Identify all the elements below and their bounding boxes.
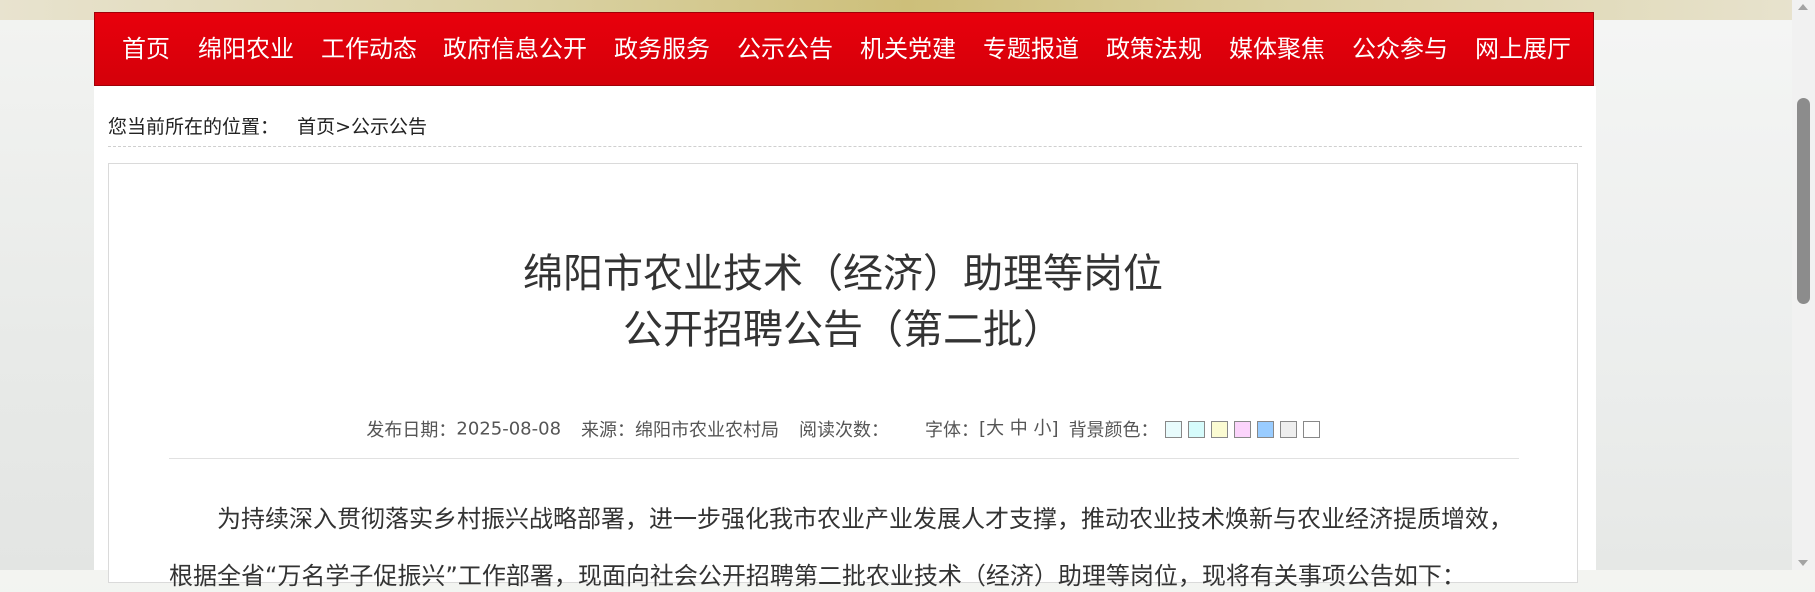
page-background-left — [0, 20, 94, 570]
nav-item-gov-services[interactable]: 政务服务 — [614, 35, 710, 63]
scroll-up-arrow-icon[interactable] — [1798, 4, 1808, 10]
nav-item-gov-info-disclosure[interactable]: 政府信息公开 — [443, 35, 587, 63]
nav-item-announcements[interactable]: 公示公告 — [737, 35, 833, 63]
background-color-swatch-1[interactable] — [1164, 421, 1182, 438]
article-paragraph-2: 根据全省“万名学子促振兴”工作部署，现面向社会公开招聘第二批农业技术（经济）助理… — [169, 562, 1466, 590]
article-title-line-2: 公开招聘公告（第二批） — [623, 307, 1063, 353]
publish-date-value: 2025-08-08 — [456, 418, 562, 440]
background-color-swatch-4[interactable] — [1233, 421, 1251, 438]
view-count-label: 阅读次数： — [799, 420, 890, 441]
nav-item-public-participation[interactable]: 公众参与 — [1352, 35, 1448, 63]
breadcrumb-separator: > — [335, 116, 351, 138]
nav-item-media-focus[interactable]: 媒体聚焦 — [1229, 35, 1325, 63]
nav-item-policies-regulations[interactable]: 政策法规 — [1106, 35, 1202, 63]
background-color-swatch-3[interactable] — [1210, 421, 1228, 438]
publish-date-label: 发布日期： — [366, 420, 457, 441]
breadcrumb-divider — [108, 146, 1582, 147]
background-color-swatches — [1159, 419, 1320, 440]
font-size-small-button[interactable]: 小 — [1034, 418, 1052, 439]
nav-item-home[interactable]: 首页 — [122, 35, 170, 63]
nav-item-party-building[interactable]: 机关党建 — [860, 35, 956, 63]
article-meta: 发布日期：2025-08-08 来源：绵阳市农业农村局 阅读次数： 字体：[大 中 小… — [109, 414, 1577, 442]
font-size-bracket-open: [ — [979, 418, 987, 440]
content-area: 您当前所在的位置： 首页>公示公告 绵阳市农业技术（经济）助理等岗位 公开招聘公… — [94, 86, 1596, 590]
breadcrumb-current-link[interactable]: 公示公告 — [351, 116, 427, 138]
article-title-line-1: 绵阳市农业技术（经济）助理等岗位 — [523, 251, 1163, 297]
font-size-label: 字体： — [925, 420, 980, 441]
breadcrumb-prefix: 您当前所在的位置： — [108, 116, 280, 138]
background-color-swatch-5[interactable] — [1256, 421, 1274, 438]
breadcrumb: 您当前所在的位置： 首页>公示公告 — [108, 112, 427, 139]
source-value: 绵阳市农业农村局 — [635, 420, 780, 441]
background-color-label: 背景颜色： — [1068, 420, 1159, 441]
page-background-right — [1596, 20, 1792, 570]
nav-item-special-reports[interactable]: 专题报道 — [983, 35, 1079, 63]
nav-item-mianyang-agriculture[interactable]: 绵阳农业 — [198, 35, 294, 63]
nav-item-online-exhibition[interactable]: 网上展厅 — [1475, 35, 1571, 63]
breadcrumb-home-link[interactable]: 首页 — [297, 116, 335, 138]
meta-divider — [169, 458, 1519, 459]
font-size-large-button[interactable]: 大 — [986, 418, 1004, 439]
font-size-bracket-close: ] — [1051, 418, 1059, 440]
article-panel: 绵阳市农业技术（经济）助理等岗位 公开招聘公告（第二批） 发布日期：2025-0… — [108, 163, 1578, 590]
nav-item-work-news[interactable]: 工作动态 — [321, 35, 417, 63]
article-paragraph-1: 为持续深入贯彻落实乡村振兴战略部署，进一步强化我市农业产业发展人才支撑，推动农业… — [217, 505, 1513, 533]
font-size-medium-button[interactable]: 中 — [1010, 418, 1028, 439]
scroll-down-arrow-icon[interactable] — [1798, 560, 1808, 566]
background-color-swatch-7[interactable] — [1302, 421, 1320, 438]
main-navigation: 首页 绵阳农业 工作动态 政府信息公开 政务服务 公示公告 机关党建 专题报道 … — [94, 12, 1594, 86]
vertical-scrollbar[interactable] — [1792, 0, 1815, 570]
background-color-swatch-6[interactable] — [1279, 421, 1297, 438]
background-color-swatch-2[interactable] — [1187, 421, 1205, 438]
source-label: 来源： — [581, 420, 636, 441]
scrollbar-thumb[interactable] — [1797, 98, 1810, 304]
